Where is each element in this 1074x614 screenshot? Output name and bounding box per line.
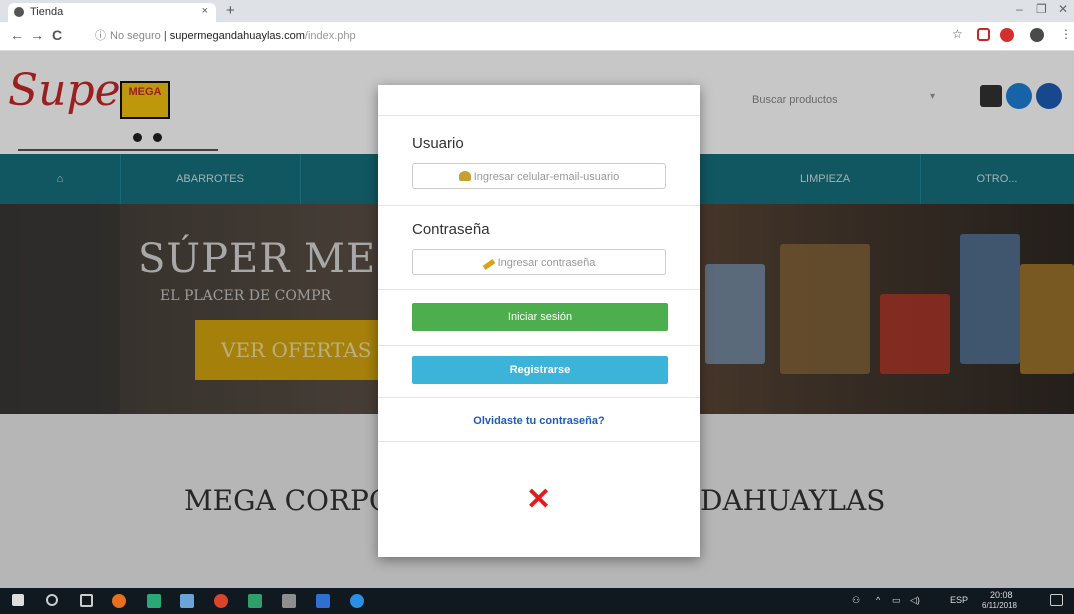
windows-start-icon[interactable] <box>12 594 24 606</box>
globe-icon <box>14 7 24 17</box>
app-icon[interactable] <box>180 594 194 608</box>
app-icon[interactable] <box>316 594 330 608</box>
user-label: Usuario <box>412 135 464 152</box>
modal-divider <box>378 205 700 206</box>
login-modal: Usuario Ingresar celular-email-usuario C… <box>378 85 700 557</box>
task-view-icon[interactable] <box>80 594 93 607</box>
volume-icon[interactable]: ◁) <box>910 595 920 606</box>
window-close-icon[interactable]: ✕ <box>1058 2 1068 16</box>
browser-menu-icon[interactable]: ⋮ <box>1060 27 1072 41</box>
user-icon <box>458 171 471 181</box>
back-button[interactable]: ← <box>10 27 24 43</box>
edge-icon[interactable] <box>350 594 364 608</box>
forgot-password-link[interactable]: Olvidaste tu contraseña? <box>378 415 700 427</box>
people-icon[interactable]: ⚇ <box>852 595 860 606</box>
modal-header-divider <box>378 115 700 116</box>
address-bar: ← → C ⓘ No seguro | supermegandahuaylas.c… <box>0 22 1074 51</box>
page-content: Super MEGA Buscar productos ▾ ⌂ Abarrote… <box>0 51 1074 588</box>
url-path: /index.php <box>304 30 356 42</box>
reload-button[interactable]: C <box>52 27 62 43</box>
user-placeholder: Ingresar celular-email-usuario <box>473 171 620 183</box>
app-icon[interactable] <box>248 594 262 608</box>
app-icon[interactable] <box>147 594 161 608</box>
password-label: Contraseña <box>412 221 490 238</box>
register-button[interactable]: Registrarse <box>412 356 668 384</box>
forward-button[interactable]: → <box>30 27 44 43</box>
firefox-icon[interactable] <box>112 594 126 608</box>
taskbar: ⚇ ^ ▭ ◁) ESP 20:08 6/11/2018 <box>0 588 1074 614</box>
close-icon[interactable]: ✕ <box>526 485 551 515</box>
network-icon[interactable]: ▭ <box>892 595 901 606</box>
password-placeholder: Ingresar contraseña <box>497 257 596 269</box>
password-input[interactable]: Ingresar contraseña <box>412 249 666 275</box>
app-icon[interactable] <box>282 594 296 608</box>
new-tab-button[interactable]: + <box>226 2 235 19</box>
modal-divider <box>378 289 700 290</box>
browser-tab-strip: Tienda × + – ❐ ✕ <box>0 0 1074 22</box>
url-host: supermegandahuaylas.com <box>169 30 305 42</box>
bookmark-star-icon[interactable]: ☆ <box>952 27 963 41</box>
key-icon <box>482 259 495 270</box>
extension-icon[interactable] <box>977 28 990 41</box>
clock-time[interactable]: 20:08 <box>990 590 1013 600</box>
security-label: No seguro <box>110 30 161 42</box>
modal-divider <box>378 397 700 398</box>
login-button[interactable]: Iniciar sesión <box>412 303 668 331</box>
search-icon[interactable] <box>46 594 58 606</box>
clock-date[interactable]: 6/11/2018 <box>982 601 1017 610</box>
chevron-up-icon[interactable]: ^ <box>876 595 880 605</box>
tab-close-icon[interactable]: × <box>202 5 208 17</box>
profile-icon[interactable] <box>1030 28 1044 42</box>
tab-title: Tienda <box>30 6 64 18</box>
user-input[interactable]: Ingresar celular-email-usuario <box>412 163 666 189</box>
opera-icon[interactable] <box>1000 28 1014 42</box>
chrome-icon[interactable] <box>214 594 228 608</box>
language-indicator[interactable]: ESP <box>950 595 968 605</box>
info-icon[interactable]: ⓘ <box>95 30 106 42</box>
modal-divider <box>378 441 700 442</box>
browser-tab[interactable]: Tienda × <box>8 3 216 22</box>
url-field[interactable]: ⓘ No seguro | supermegandahuaylas.com/ind… <box>95 26 935 46</box>
modal-divider <box>378 345 700 346</box>
notification-icon[interactable] <box>1050 594 1063 606</box>
minimize-icon[interactable]: – <box>1016 2 1023 16</box>
maximize-icon[interactable]: ❐ <box>1036 2 1047 16</box>
